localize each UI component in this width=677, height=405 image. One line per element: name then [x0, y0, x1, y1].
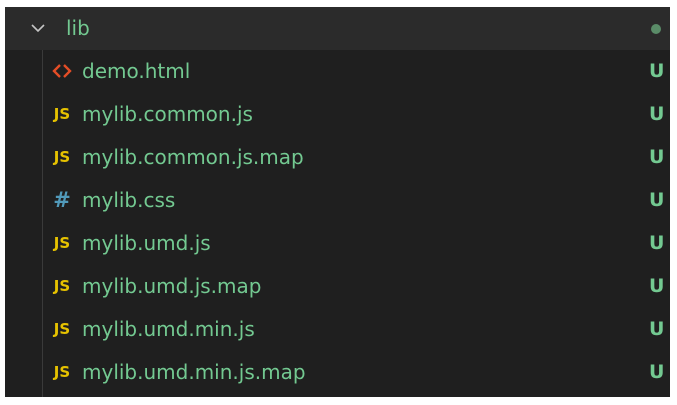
untracked-status-badge: U — [649, 361, 665, 383]
css-file-icon: # — [53, 188, 71, 212]
untracked-status-badge: U — [649, 232, 665, 254]
untracked-status-badge: U — [649, 275, 665, 297]
js-file-icon: JS — [53, 234, 71, 252]
js-file-icon: JS — [53, 363, 71, 381]
file-row-mylib-common-js-map[interactable]: JS mylib.common.js.map U — [5, 136, 670, 179]
js-file-icon: JS — [53, 148, 71, 166]
file-row-demo-html[interactable]: demo.html U — [5, 50, 670, 93]
folder-row-lib[interactable]: lib — [5, 7, 670, 50]
file-row-mylib-umd-min-js-map[interactable]: JS mylib.umd.min.js.map U — [5, 351, 670, 394]
untracked-status-badge: U — [649, 103, 665, 125]
js-file-icon: JS — [53, 277, 71, 295]
html-file-icon — [50, 58, 74, 84]
file-row-mylib-umd-min-js[interactable]: JS mylib.umd.min.js U — [5, 308, 670, 351]
file-row-mylib-umd-js-map[interactable]: JS mylib.umd.js.map U — [5, 265, 670, 308]
file-row-mylib-common-js[interactable]: JS mylib.common.js U — [5, 93, 670, 136]
file-row-mylib-css[interactable]: # mylib.css U — [5, 179, 670, 222]
untracked-status-badge: U — [649, 146, 665, 168]
folder-name: lib — [66, 16, 90, 40]
untracked-status-badge: U — [649, 318, 665, 340]
file-explorer-panel: lib demo.html U JS mylib.common.js U JS … — [5, 7, 670, 397]
file-name: mylib.umd.js.map — [82, 274, 262, 298]
file-name: mylib.umd.min.js — [82, 317, 255, 341]
file-name: demo.html — [82, 59, 191, 83]
untracked-status-badge: U — [649, 60, 665, 82]
chevron-down-icon[interactable] — [30, 20, 46, 36]
js-file-icon: JS — [53, 320, 71, 338]
file-name: mylib.common.js — [82, 102, 253, 126]
file-name: mylib.umd.min.js.map — [82, 360, 306, 384]
file-name: mylib.css — [82, 188, 176, 212]
modified-dot-icon — [651, 24, 661, 34]
file-row-mylib-umd-js[interactable]: JS mylib.umd.js U — [5, 222, 670, 265]
file-name: mylib.common.js.map — [82, 145, 304, 169]
untracked-status-badge: U — [649, 189, 665, 211]
file-name: mylib.umd.js — [82, 231, 211, 255]
js-file-icon: JS — [53, 105, 71, 123]
